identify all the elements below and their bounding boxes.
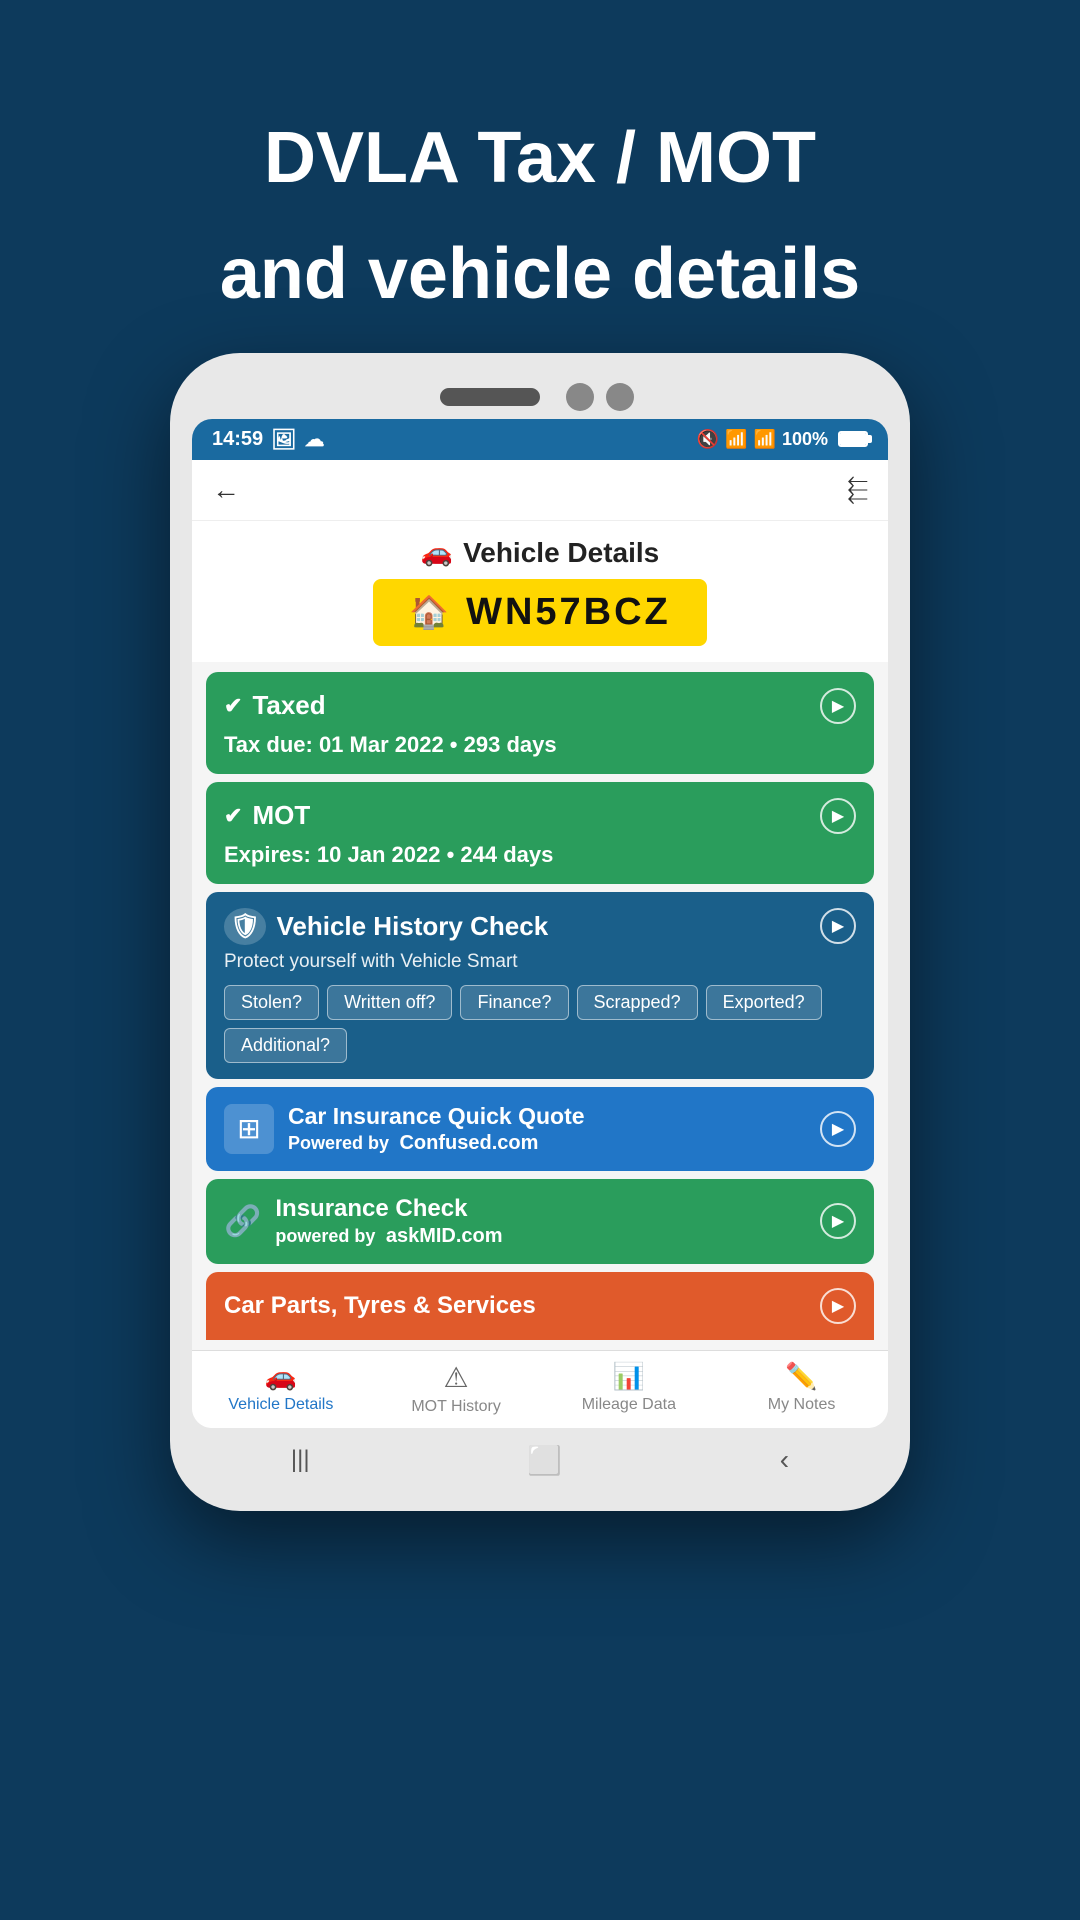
page-header-area: DVLA Tax / MOT and vehicle details: [0, 0, 1080, 353]
mileage-nav-icon: 📊: [613, 1361, 645, 1392]
insurance-quote-powered: Powered by Confused.com: [288, 1132, 820, 1155]
askmid-brand: askMID.com: [386, 1225, 503, 1247]
mot-history-nav-label: MOT History: [411, 1398, 500, 1416]
mot-card-title: MOT: [252, 800, 310, 831]
insurance-check-card[interactable]: 🔗 Insurance Check powered by askMID.com …: [206, 1179, 874, 1264]
mot-card-arrow: ▶: [820, 798, 856, 834]
tax-card-arrow: ▶: [820, 688, 856, 724]
link-icon: 🔗: [224, 1204, 261, 1239]
tax-card-subtitle: Tax due: 01 Mar 2022 • 293 days: [224, 732, 856, 758]
bottom-nav: 🚗 Vehicle Details ⚠ MOT History 📊 Mileag…: [192, 1350, 888, 1428]
insurance-check-arrow: ▶: [820, 1203, 856, 1239]
mot-card-subtitle: Expires: 10 Jan 2022 • 244 days: [224, 842, 856, 868]
car-parts-title: Car Parts, Tyres & Services: [224, 1292, 536, 1320]
number-plate: 🏠 WN57BCZ: [373, 579, 707, 646]
vehicle-details-title: Vehicle Details: [463, 537, 659, 569]
nav-vehicle-details[interactable]: 🚗 Vehicle Details: [228, 1361, 333, 1416]
mot-history-nav-icon: ⚠: [444, 1361, 469, 1394]
tag-stolen[interactable]: Stolen?: [224, 985, 319, 1020]
status-left: 14:59 🖼 ☁: [212, 427, 325, 452]
tag-additional[interactable]: Additional?: [224, 1028, 347, 1063]
page-header-line1: DVLA Tax / MOT: [80, 115, 1000, 201]
plate-garage-icon: 🏠: [409, 593, 452, 631]
nav-bar: ← ⬱: [192, 460, 888, 521]
nav-mot-history[interactable]: ⚠ MOT History: [406, 1361, 506, 1416]
history-tags: Stolen? Written off? Finance? Scrapped? …: [224, 985, 856, 1063]
phone-frame: 14:59 🖼 ☁ 🔇 📶 📶 100% ← ⬱ 🚗 Vehicle Detai…: [170, 353, 910, 1511]
car-parts-card-partial[interactable]: Car Parts, Tyres & Services ▶: [206, 1272, 874, 1340]
nav-mileage[interactable]: 📊 Mileage Data: [579, 1361, 679, 1416]
insurance-quote-title: Car Insurance Quick Quote: [288, 1103, 820, 1130]
car-parts-arrow: ▶: [820, 1288, 856, 1324]
history-card-arrow: ▶: [820, 908, 856, 944]
phone-camera-left: [566, 383, 594, 411]
tag-written-off[interactable]: Written off?: [327, 985, 452, 1020]
phone-recent-button[interactable]: |||: [291, 1446, 310, 1474]
mileage-nav-label: Mileage Data: [582, 1396, 676, 1414]
confused-brand: Confused.com: [399, 1132, 538, 1154]
back-button[interactable]: ←: [212, 474, 240, 506]
vehicle-details-nav-icon: 🚗: [265, 1361, 297, 1392]
status-gallery-icon: 🖼: [271, 427, 296, 452]
status-signal-icon: 📶: [754, 429, 776, 450]
plate-number: WN57BCZ: [466, 591, 671, 634]
insurance-check-title: Insurance Check: [275, 1195, 820, 1223]
status-bar: 14:59 🖼 ☁ 🔇 📶 📶 100%: [192, 419, 888, 460]
vehicle-details-nav-label: Vehicle Details: [228, 1396, 333, 1414]
mot-checkmark-icon: ✔: [224, 803, 242, 829]
vehicle-details-heading: 🚗 Vehicle Details: [192, 521, 888, 579]
phone-back-button[interactable]: ‹: [780, 1444, 789, 1476]
tag-scrapped[interactable]: Scrapped?: [577, 985, 698, 1020]
notes-nav-icon: ✏️: [785, 1361, 817, 1392]
tag-finance[interactable]: Finance?: [460, 985, 568, 1020]
status-cloud-icon: ☁: [305, 427, 325, 452]
nav-notes[interactable]: ✏️ My Notes: [752, 1361, 852, 1416]
history-check-card[interactable]: 🛡 Vehicle History Check ▶ Protect yourse…: [206, 892, 874, 1079]
battery-icon: [838, 431, 868, 447]
tag-exported[interactable]: Exported?: [706, 985, 822, 1020]
tax-checkmark-icon: ✔: [224, 693, 242, 719]
phone-bottom-nav: ||| ⬜ ‹: [192, 1428, 888, 1481]
shield-icon: 🛡: [224, 908, 266, 945]
phone-top-bar: [192, 383, 888, 411]
insurance-quote-card[interactable]: ⊞ Car Insurance Quick Quote Powered by C…: [206, 1087, 874, 1171]
phone-speaker: [440, 388, 540, 406]
insurance-quote-arrow: ▶: [820, 1111, 856, 1147]
history-card-title: Vehicle History Check: [276, 911, 548, 942]
phone-camera-right: [606, 383, 634, 411]
status-wifi-icon: 📶: [725, 429, 747, 450]
screen-content: 🚗 Vehicle Details 🏠 WN57BCZ ✔ Taxed ▶: [192, 521, 888, 1350]
notes-nav-label: My Notes: [768, 1396, 836, 1414]
tax-card-title: Taxed: [252, 690, 325, 721]
number-plate-wrapper: 🏠 WN57BCZ: [192, 579, 888, 662]
status-mute-icon: 🔇: [697, 429, 719, 450]
phone-screen: 14:59 🖼 ☁ 🔇 📶 📶 100% ← ⬱ 🚗 Vehicle Detai…: [192, 419, 888, 1428]
phone-home-button[interactable]: ⬜: [527, 1444, 562, 1477]
tax-card[interactable]: ✔ Taxed ▶ Tax due: 01 Mar 2022 • 293 day…: [206, 672, 874, 774]
share-button[interactable]: ⬱: [847, 474, 868, 506]
insurance-check-powered: powered by askMID.com: [275, 1225, 820, 1248]
calculator-icon: ⊞: [224, 1104, 274, 1154]
page-header-line2: and vehicle details: [80, 231, 1000, 317]
status-battery-text: 100%: [782, 429, 828, 450]
status-right: 🔇 📶 📶 100%: [697, 429, 868, 450]
history-card-description: Protect yourself with Vehicle Smart: [224, 951, 856, 973]
status-time: 14:59: [212, 428, 263, 451]
mot-card[interactable]: ✔ MOT ▶ Expires: 10 Jan 2022 • 244 days: [206, 782, 874, 884]
car-icon: 🚗: [421, 537, 453, 568]
